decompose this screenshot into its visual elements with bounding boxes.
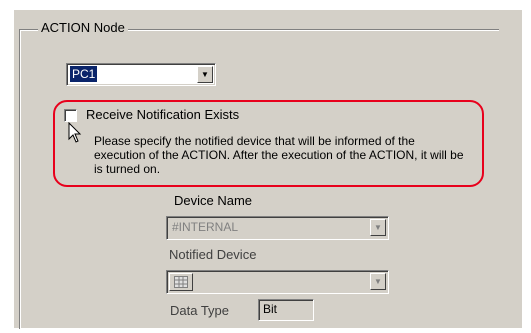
- chevron-down-icon[interactable]: ▼: [370, 273, 386, 290]
- device-grid-icon[interactable]: [169, 273, 193, 291]
- data-type-label: Data Type: [170, 303, 230, 318]
- chevron-down-icon[interactable]: ▼: [197, 66, 213, 83]
- receive-notification-checkbox[interactable]: [64, 109, 77, 122]
- mouse-cursor-icon: [68, 122, 82, 143]
- receive-notification-label[interactable]: Receive Notification Exists: [86, 107, 239, 122]
- device-name-value: #INTERNAL: [172, 220, 239, 234]
- pc-select-value: PC1: [70, 66, 98, 82]
- chevron-down-icon[interactable]: ▼: [370, 219, 386, 236]
- pc-select-combobox[interactable]: PC1 ▼: [66, 63, 216, 86]
- notified-device-combobox[interactable]: ▼: [166, 270, 389, 294]
- notified-device-value: [197, 273, 201, 289]
- notified-device-label: Notified Device: [169, 247, 257, 262]
- notification-description: Please specify the notified device that …: [94, 134, 464, 176]
- device-name-combobox[interactable]: #INTERNAL ▼: [166, 216, 389, 240]
- data-type-field: Bit: [258, 299, 314, 321]
- device-name-label: Device Name: [174, 193, 253, 208]
- groupbox-title: ACTION Node: [38, 20, 128, 35]
